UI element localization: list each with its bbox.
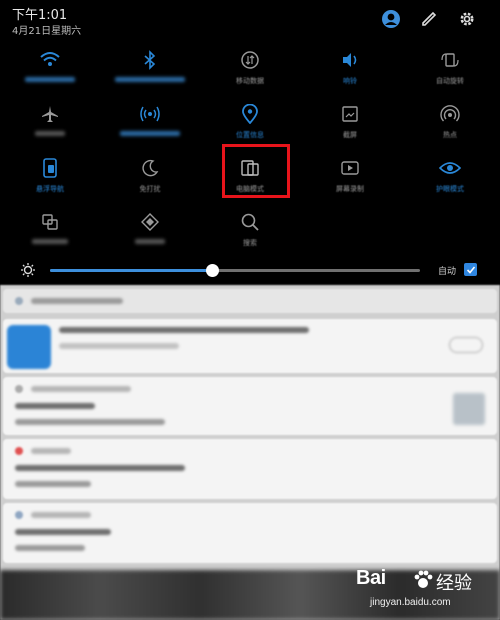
- notification-card[interactable]: [3, 319, 497, 373]
- tile-sound[interactable]: 响铃: [300, 48, 400, 102]
- baidu-jingyan-watermark: Bai 经验 jingyan.baidu.com: [356, 567, 496, 615]
- tile-do-not-disturb[interactable]: 免打扰: [100, 156, 200, 210]
- tile-search[interactable]: 搜索: [200, 210, 300, 264]
- search-icon: [238, 210, 262, 234]
- auto-rotate-icon: [438, 48, 462, 72]
- watermark-logo-cn: 经验: [436, 573, 472, 594]
- tile-wifi[interactable]: [0, 48, 100, 102]
- location-icon: [238, 102, 262, 126]
- bluetooth-icon: [138, 48, 162, 72]
- watermark-logo-text: Bai: [356, 567, 386, 589]
- hotspot-signal-icon: [138, 102, 162, 126]
- pc-mode-highlight-box: [222, 144, 290, 198]
- navigation-bar-icon: [38, 156, 62, 180]
- tile-label: 护眼模式: [436, 185, 464, 193]
- notification-card[interactable]: [3, 503, 497, 563]
- eye-comfort-icon: [438, 156, 462, 180]
- auto-brightness-checkbox[interactable]: [464, 263, 477, 276]
- tile-label: 免打扰: [139, 185, 161, 193]
- top-action-icons: [380, 8, 478, 30]
- notification-card[interactable]: [3, 439, 497, 499]
- tile-label: 位置信息: [236, 131, 264, 139]
- watermark-url: jingyan.baidu.com: [370, 597, 451, 608]
- status-time: 下午1:01: [12, 8, 68, 23]
- wifi-icon: [38, 48, 62, 72]
- brightness-icon: [20, 262, 36, 282]
- screenshot-icon: [338, 102, 362, 126]
- screen-record-icon: [338, 156, 362, 180]
- tile-airplane[interactable]: [0, 102, 100, 156]
- status-date: 4月21日星期六: [12, 26, 82, 37]
- tile-screenshot[interactable]: 截屏: [300, 102, 400, 156]
- tile-navigation-bar[interactable]: 悬浮导航: [0, 156, 100, 210]
- tile-auto-rotate[interactable]: 自动旋转: [400, 48, 500, 102]
- app-icon: [7, 325, 51, 369]
- mobile-data-icon: [238, 48, 262, 72]
- tile-label: 悬浮导航: [36, 185, 64, 193]
- tile-label: 响铃: [343, 77, 357, 85]
- tile-eye-comfort[interactable]: 护眼模式: [400, 156, 500, 210]
- notification-header: [3, 289, 497, 313]
- brightness-control: 自动: [0, 258, 500, 284]
- account-icon[interactable]: [380, 8, 402, 30]
- tile-hotspot[interactable]: 热点: [400, 102, 500, 156]
- airplane-icon: [38, 102, 62, 126]
- hotspot-icon: [438, 102, 462, 126]
- tile-label: 搜索: [243, 239, 257, 247]
- tile-hotspot-signal[interactable]: [100, 102, 200, 156]
- tile-nfc[interactable]: [100, 210, 200, 264]
- tile-label: 截屏: [343, 131, 357, 139]
- brightness-slider[interactable]: [50, 269, 420, 272]
- tile-label: 移动数据: [236, 77, 264, 85]
- brightness-slider-thumb[interactable]: [206, 264, 220, 277]
- notification-card[interactable]: [3, 377, 497, 435]
- paw-icon: [412, 569, 434, 595]
- tile-mobile-data[interactable]: 移动数据: [200, 48, 300, 102]
- edit-icon[interactable]: [418, 8, 440, 30]
- sound-icon: [338, 48, 362, 72]
- tile-screen-record[interactable]: 屏幕录制: [300, 156, 400, 210]
- brightness-slider-fill: [50, 269, 213, 272]
- tile-bluetooth[interactable]: [100, 48, 200, 102]
- tile-label: 屏幕录制: [336, 185, 364, 193]
- nfc-icon: [138, 210, 162, 234]
- tile-multi-screen[interactable]: [0, 210, 100, 264]
- auto-brightness-label: 自动: [438, 267, 457, 277]
- multi-screen-icon: [38, 210, 62, 234]
- tile-label: 自动旋转: [436, 77, 464, 85]
- status-bar: 下午1:01 4月21日星期六: [0, 0, 500, 40]
- moon-icon: [138, 156, 162, 180]
- settings-icon[interactable]: [456, 8, 478, 30]
- tile-label: 热点: [443, 131, 457, 139]
